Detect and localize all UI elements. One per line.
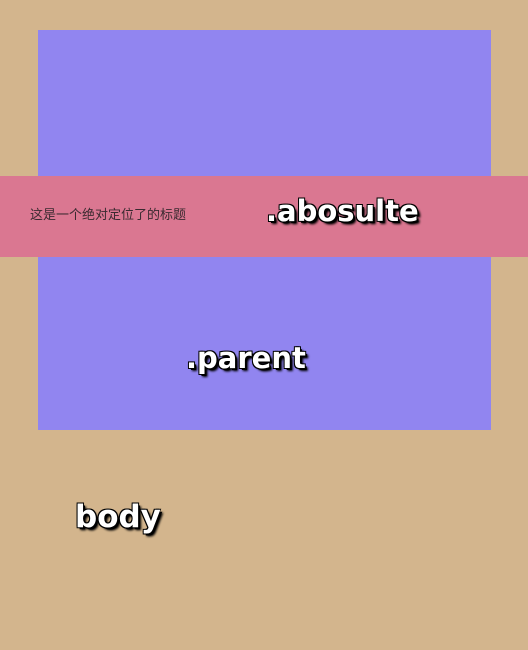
parent-label: .parent: [186, 341, 306, 375]
body-canvas: { "colors": { "body_background": "#d3b58…: [0, 0, 528, 650]
body-label: body: [75, 499, 161, 535]
absolute-label: .abosulte: [266, 194, 419, 228]
absolute-title-text: 这是一个绝对定位了的标题: [30, 208, 187, 223]
